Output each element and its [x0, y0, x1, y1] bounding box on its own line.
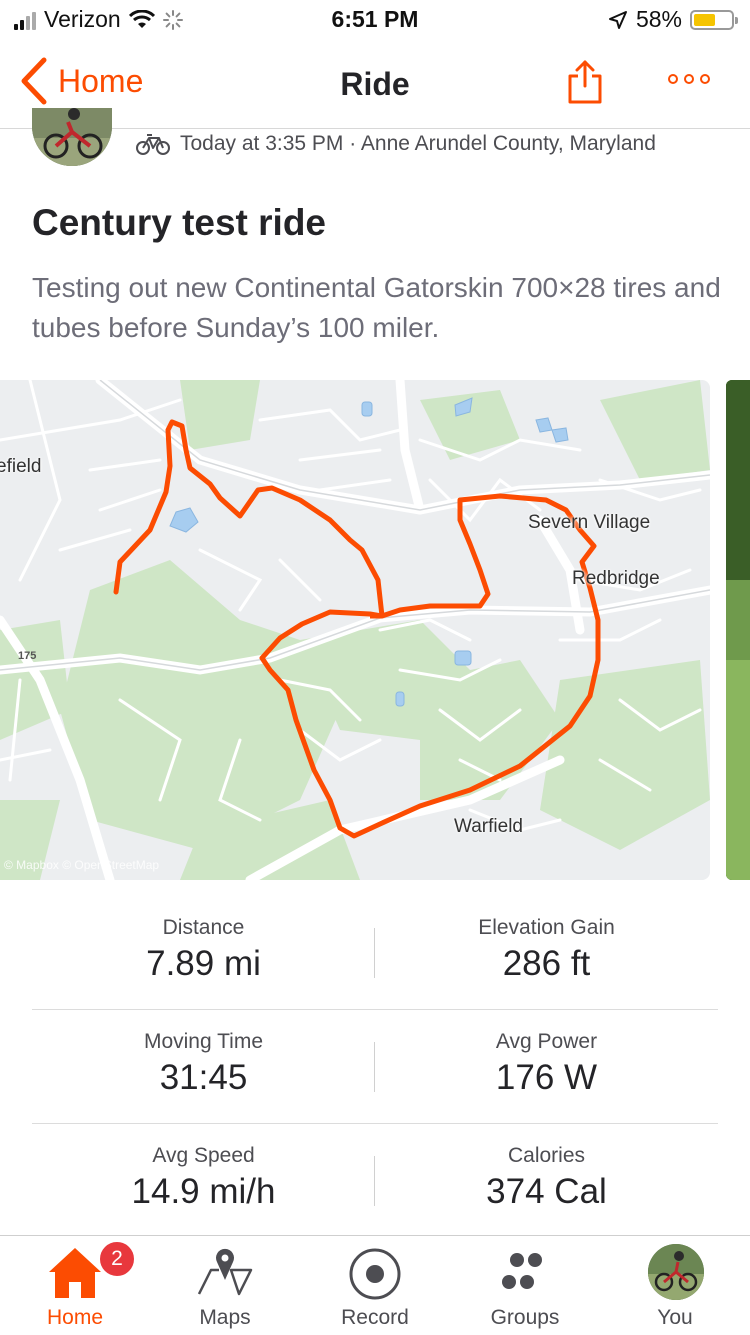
- tab-groups[interactable]: Groups: [450, 1236, 600, 1335]
- back-label: Home: [58, 62, 144, 99]
- stat-value: 31:45: [159, 1058, 248, 1097]
- tab-record[interactable]: Record: [300, 1236, 450, 1335]
- nav-bar: Home Ride: [0, 40, 750, 129]
- stat-value: 286 ft: [502, 944, 591, 983]
- activity-description: Testing out new Continental Gatorskin 70…: [32, 272, 721, 343]
- stat-label: Moving Time: [143, 1030, 264, 1053]
- route-map[interactable]: efield Severn Village Redbridge Warfield…: [0, 380, 710, 880]
- activity-meta: Today at 3:35 PM · Anne Arundel County, …: [136, 132, 656, 156]
- tab-bar: 2 Home Maps Record Groups You: [0, 1235, 750, 1335]
- status-left: Verizon: [14, 6, 183, 33]
- stat-value: 176 W: [495, 1058, 598, 1097]
- battery-percent: 58%: [635, 6, 682, 32]
- status-right: 58%: [608, 6, 738, 33]
- tab-label: Maps: [199, 1306, 251, 1329]
- signal-icon: [14, 10, 36, 30]
- wifi-icon: [128, 9, 155, 28]
- stat-distance: Distance 7.89 mi: [32, 916, 375, 984]
- stat-label: Avg Speed: [152, 1144, 255, 1167]
- stat-value: 7.89 mi: [146, 944, 261, 983]
- home-icon: [49, 1248, 101, 1298]
- record-icon: [349, 1248, 401, 1300]
- groups-icon: [502, 1253, 542, 1289]
- stat-label: Elevation Gain: [478, 916, 615, 939]
- tab-you[interactable]: You: [600, 1236, 750, 1335]
- tab-label: Home: [46, 1306, 104, 1329]
- tab-label: You: [657, 1306, 693, 1329]
- tab-home[interactable]: 2 Home: [0, 1236, 150, 1335]
- athlete-avatar[interactable]: [32, 108, 112, 166]
- share-icon: [568, 60, 602, 104]
- tab-maps[interactable]: Maps: [150, 1236, 300, 1335]
- avatar-photo: [32, 108, 112, 166]
- tab-label: Record: [341, 1306, 409, 1329]
- more-dot-icon: [700, 74, 710, 84]
- map-place-warfield: Warfield: [454, 816, 523, 837]
- activity-date-location: Today at 3:35 PM · Anne Arundel County, …: [180, 132, 656, 155]
- map-place-label: efield: [0, 456, 42, 477]
- share-button[interactable]: [566, 58, 604, 111]
- activity-title: Century test ride: [32, 202, 327, 243]
- profile-photo: [648, 1244, 704, 1300]
- chevron-left-icon: [21, 57, 47, 105]
- bike-icon: [136, 134, 170, 155]
- stat-value: 14.9 mi/h: [131, 1172, 276, 1211]
- activity-stats: Distance 7.89 mi Elevation Gain 286 ft M…: [32, 896, 718, 1237]
- more-dot-icon: [668, 74, 678, 84]
- next-photo-preview[interactable]: [726, 380, 750, 880]
- map-canvas: [0, 380, 710, 880]
- stat-moving-time: Moving Time 31:45: [32, 1030, 375, 1098]
- battery-icon: [690, 9, 738, 30]
- more-options-button[interactable]: [668, 74, 710, 84]
- stat-value: 374 Cal: [486, 1172, 607, 1211]
- activity-meta-row: Today at 3:35 PM · Anne Arundel County, …: [0, 108, 750, 168]
- stats-row: Moving Time 31:45 Avg Power 176 W: [32, 1010, 718, 1124]
- photo-thumbnail: [726, 380, 750, 880]
- location-arrow-icon: [608, 10, 627, 29]
- battery-level: [694, 13, 715, 26]
- stat-label: Distance: [162, 916, 245, 939]
- stat-avg-power: Avg Power 176 W: [375, 1030, 718, 1098]
- map-road-label: 175: [18, 650, 37, 662]
- carrier-label: Verizon: [44, 6, 121, 32]
- stat-calories: Calories 374 Cal: [375, 1144, 718, 1212]
- back-button[interactable]: Home: [18, 56, 143, 106]
- activity-spinner-icon: [162, 9, 183, 30]
- map-place-redbridge: Redbridge: [572, 568, 660, 589]
- stat-label: Avg Power: [495, 1030, 598, 1053]
- stats-row: Distance 7.89 mi Elevation Gain 286 ft: [32, 896, 718, 1010]
- stat-avg-speed: Avg Speed 14.9 mi/h: [32, 1144, 375, 1212]
- stat-label: Calories: [507, 1144, 586, 1167]
- map-attribution[interactable]: © Mapbox © OpenStreetMap: [4, 858, 159, 872]
- map-place-severn-village: Severn Village: [528, 512, 651, 533]
- stat-elevation-gain: Elevation Gain 286 ft: [375, 916, 718, 984]
- stats-row: Avg Speed 14.9 mi/h Calories 374 Cal: [32, 1124, 718, 1237]
- profile-avatar: [648, 1244, 704, 1300]
- tab-label: Groups: [490, 1306, 560, 1329]
- status-bar: Verizon 6:51 PM 58%: [0, 0, 750, 40]
- more-dot-icon: [684, 74, 694, 84]
- notification-badge: 2: [98, 1240, 136, 1278]
- map-pin-icon: [197, 1248, 253, 1296]
